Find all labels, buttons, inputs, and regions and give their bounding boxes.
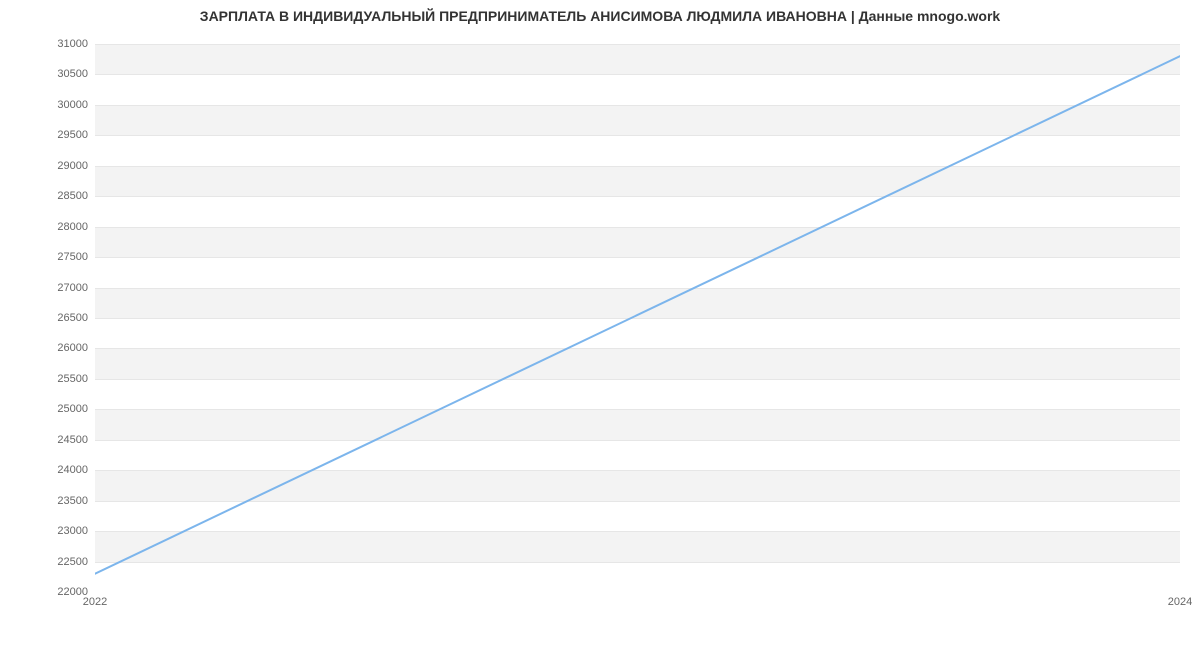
y-tick-label: 22500 bbox=[8, 556, 88, 568]
x-tick-label: 2024 bbox=[1168, 596, 1192, 608]
y-tick-label: 24500 bbox=[8, 434, 88, 446]
plot-area[interactable] bbox=[95, 44, 1180, 592]
y-tick-label: 31000 bbox=[8, 38, 88, 50]
x-tick-label: 2022 bbox=[83, 596, 107, 608]
y-tick-label: 26000 bbox=[8, 342, 88, 354]
y-tick-label: 22000 bbox=[8, 586, 88, 598]
y-tick-label: 23000 bbox=[8, 525, 88, 537]
y-tick-label: 25500 bbox=[8, 373, 88, 385]
chart-title: ЗАРПЛАТА В ИНДИВИДУАЛЬНЫЙ ПРЕДПРИНИМАТЕЛ… bbox=[0, 8, 1200, 24]
y-tick-label: 28000 bbox=[8, 221, 88, 233]
line-series bbox=[95, 44, 1180, 592]
y-tick-label: 23500 bbox=[8, 495, 88, 507]
y-tick-label: 29500 bbox=[8, 129, 88, 141]
y-tick-label: 26500 bbox=[8, 312, 88, 324]
y-tick-label: 30000 bbox=[8, 99, 88, 111]
y-tick-label: 27500 bbox=[8, 251, 88, 263]
y-tick-label: 27000 bbox=[8, 282, 88, 294]
y-tick-label: 28500 bbox=[8, 190, 88, 202]
y-tick-label: 30500 bbox=[8, 68, 88, 80]
chart-container: ЗАРПЛАТА В ИНДИВИДУАЛЬНЫЙ ПРЕДПРИНИМАТЕЛ… bbox=[0, 0, 1200, 650]
y-tick-label: 29000 bbox=[8, 160, 88, 172]
y-tick-label: 25000 bbox=[8, 403, 88, 415]
y-tick-label: 24000 bbox=[8, 464, 88, 476]
